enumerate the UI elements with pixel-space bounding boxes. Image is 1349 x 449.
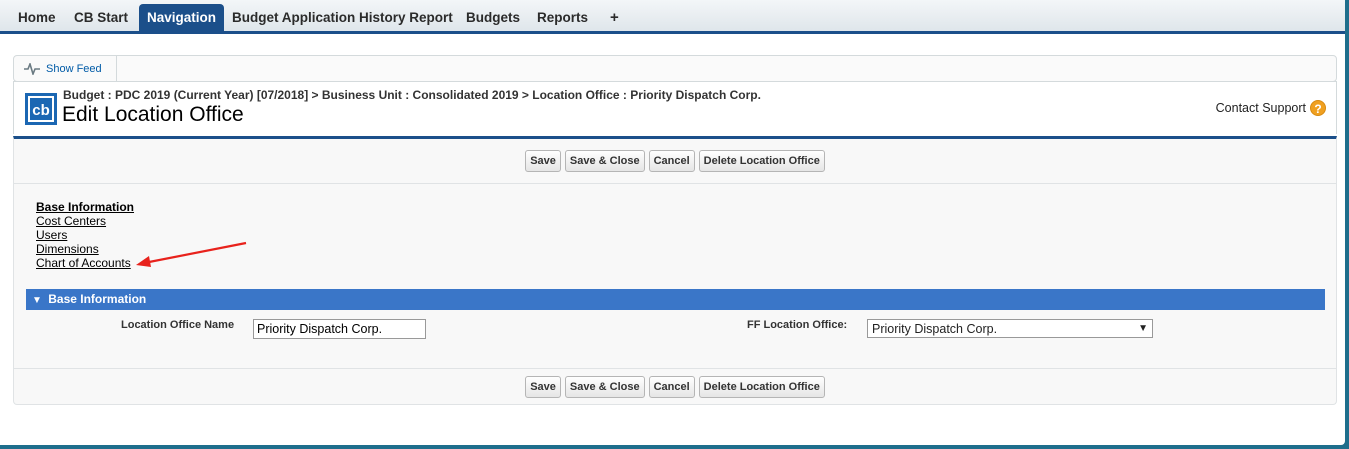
save-button-bottom[interactable]: Save	[525, 376, 561, 398]
edit-panel: Save Save & Close Cancel Delete Location…	[13, 136, 1337, 405]
cancel-button-bottom[interactable]: Cancel	[648, 376, 695, 398]
section-nav-links: Base Information Cost Centers Users Dime…	[36, 200, 134, 270]
help-icon[interactable]: ?	[1310, 100, 1326, 116]
tab-bar: Home CB Start Navigation Budget Applicat…	[0, 0, 1345, 34]
link-users[interactable]: Users	[36, 228, 134, 242]
ff-location-office-select[interactable]: Priority Dispatch Corp. ▼	[867, 319, 1153, 338]
contact-support-link[interactable]: Contact Support ?	[1216, 100, 1326, 116]
save-button[interactable]: Save	[525, 150, 561, 172]
link-base-information[interactable]: Base Information	[36, 200, 134, 214]
tab-budgets[interactable]: Budgets	[458, 4, 528, 31]
app-window: Home CB Start Navigation Budget Applicat…	[0, 0, 1345, 445]
annotation-arrow-icon	[136, 241, 247, 267]
cb-logo-icon: cb	[25, 93, 57, 125]
base-information-section-header[interactable]: ▼ Base Information	[26, 289, 1325, 310]
collapse-triangle-icon[interactable]: ▼	[32, 295, 42, 306]
location-office-name-input[interactable]	[253, 319, 426, 339]
tab-reports[interactable]: Reports	[529, 4, 596, 31]
tab-navigation[interactable]: Navigation	[139, 4, 225, 31]
top-button-row: Save Save & Close Cancel Delete Location…	[14, 139, 1336, 184]
save-close-button-bottom[interactable]: Save & Close	[564, 376, 645, 398]
breadcrumb: Budget : PDC 2019 (Current Year) [07/201…	[63, 88, 761, 102]
link-dimensions[interactable]: Dimensions	[36, 242, 134, 256]
ff-location-office-value: Priority Dispatch Corp.	[872, 321, 998, 336]
link-chart-of-accounts[interactable]: Chart of Accounts	[36, 256, 134, 270]
page-title: Edit Location Office	[62, 103, 244, 126]
delete-location-office-button[interactable]: Delete Location Office	[698, 150, 825, 172]
link-cost-centers[interactable]: Cost Centers	[36, 214, 134, 228]
cancel-button[interactable]: Cancel	[648, 150, 695, 172]
page-header: cb Budget : PDC 2019 (Current Year) [07/…	[13, 81, 1337, 134]
show-feed-label: Show Feed	[46, 62, 102, 75]
save-close-button[interactable]: Save & Close	[564, 150, 645, 172]
ff-location-office-label: FF Location Office:	[747, 319, 848, 331]
show-feed-button[interactable]: Show Feed	[14, 56, 117, 81]
tab-cb-start[interactable]: CB Start	[66, 4, 136, 31]
location-office-name-label: Location Office Name	[121, 319, 235, 331]
delete-location-office-button-bottom[interactable]: Delete Location Office	[698, 376, 825, 398]
tab-home[interactable]: Home	[10, 4, 64, 31]
section-title: Base Information	[48, 292, 147, 306]
feed-bar: Show Feed	[13, 55, 1337, 82]
chevron-down-icon: ▼	[1138, 323, 1148, 334]
bottom-button-row: Save Save & Close Cancel Delete Location…	[14, 368, 1336, 405]
contact-support-label: Contact Support	[1215, 101, 1306, 115]
feed-pulse-icon	[24, 62, 40, 75]
add-tab-button[interactable]: +	[602, 4, 627, 31]
tab-budget-application-history-report[interactable]: Budget Application History Report	[224, 4, 461, 31]
svg-text:cb: cb	[32, 102, 50, 119]
